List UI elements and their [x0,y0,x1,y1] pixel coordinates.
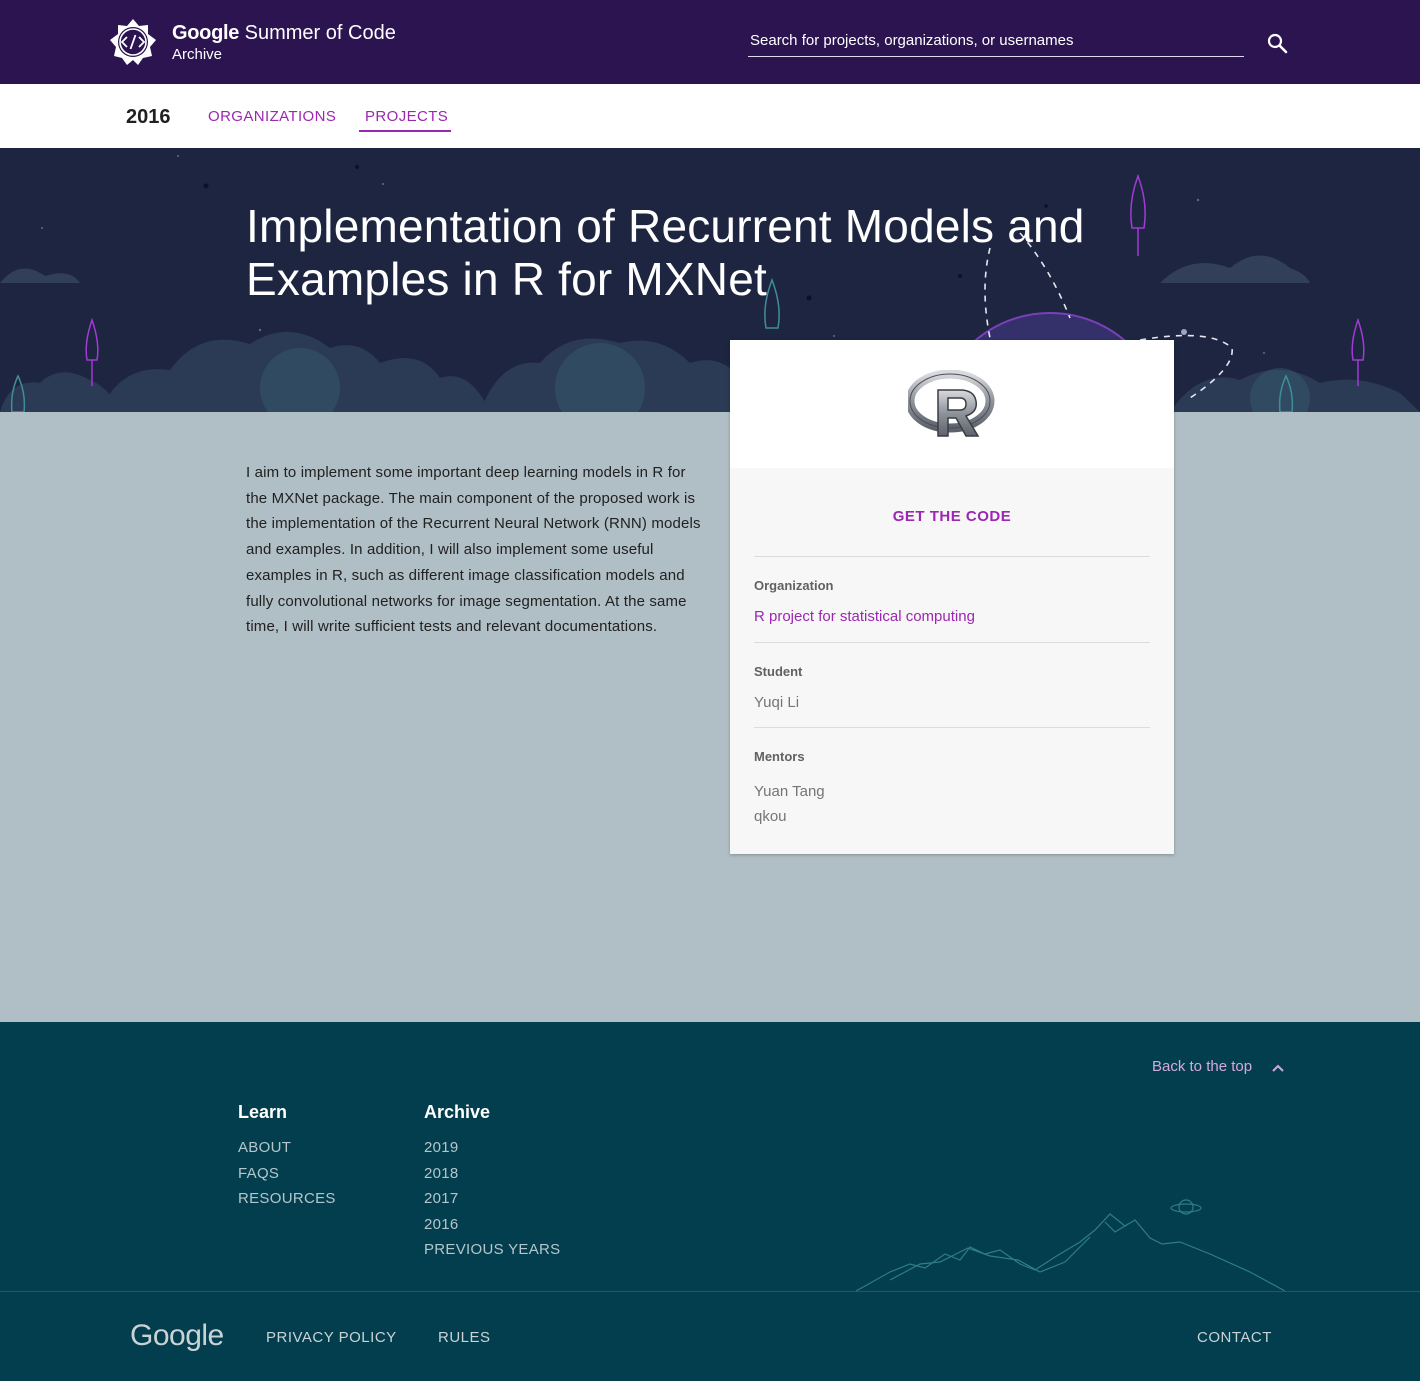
get-the-code-button[interactable]: GET THE CODE [730,508,1174,525]
mentor-name: qkou [754,808,787,825]
project-description: I aim to implement some important deep l… [246,464,701,636]
student-name: Yuqi Li [754,694,800,711]
brand-subtitle: Archive [172,46,223,63]
card-divider [754,642,1150,643]
footer-link-faqs[interactable]: FAQS [238,1165,279,1182]
footer-link-about[interactable]: ABOUT [238,1139,291,1156]
back-to-top-link[interactable]: Back to the top [1152,1058,1252,1075]
student-label: Student [754,664,803,679]
organization-logo-area [730,340,1174,468]
active-tab-indicator [359,130,451,132]
mountain-illustration [855,1199,1286,1292]
footer-link-2017[interactable]: 2017 [424,1190,459,1207]
program-year: 2016 [126,106,171,128]
contact-link[interactable]: CONTACT [1197,1329,1272,1346]
brand-name: Summer of Code [239,22,396,44]
project-details-card: GET THE CODE Organization R project for … [730,340,1174,854]
project-title: Implementation of Recurrent Models and E… [246,200,1085,305]
card-divider [754,556,1150,557]
archive-heading: Archive [424,1102,491,1122]
r-logo [908,370,995,437]
brand-google: Google [172,22,240,44]
card-divider [754,727,1150,728]
top-app-bar: Google Summer of Code Archive [0,0,1420,84]
organization-link[interactable]: R project for statistical computing [754,608,975,625]
footer-link-2016[interactable]: 2016 [424,1216,459,1233]
footer-link-previous-years[interactable]: PREVIOUS YEARS [424,1241,560,1258]
sub-navigation: 2016 ORGANIZATIONS PROJECTS [0,84,1420,148]
learn-heading: Learn [238,1102,288,1122]
privacy-policy-link[interactable]: PRIVACY POLICY [266,1329,397,1346]
gsoc-logo-icon[interactable] [110,19,156,65]
footer-link-2019[interactable]: 2019 [424,1139,459,1156]
tab-projects[interactable]: PROJECTS [365,108,448,125]
search-icon[interactable] [1265,31,1289,55]
mentors-label: Mentors [754,749,805,764]
footer-link-2018[interactable]: 2018 [424,1165,459,1182]
site-footer: Back to the top Learn ABOUT FAQS RESOURC… [0,1022,1420,1292]
organization-label: Organization [754,578,834,593]
hero-banner: Implementation of Recurrent Models and E… [0,148,1420,412]
rules-link[interactable]: RULES [438,1329,491,1346]
brand-title[interactable]: Google Summer of Code Archive [172,21,396,64]
google-logo[interactable]: Google [130,1319,224,1353]
mentor-name: Yuan Tang [754,783,825,800]
tab-organizations[interactable]: ORGANIZATIONS [208,108,336,125]
bottom-bar: Google PRIVACY POLICY RULES CONTACT [0,1291,1420,1381]
footer-link-resources[interactable]: RESOURCES [238,1190,336,1207]
chevron-up-icon[interactable] [1270,1060,1286,1076]
search-input[interactable] [748,30,1244,57]
